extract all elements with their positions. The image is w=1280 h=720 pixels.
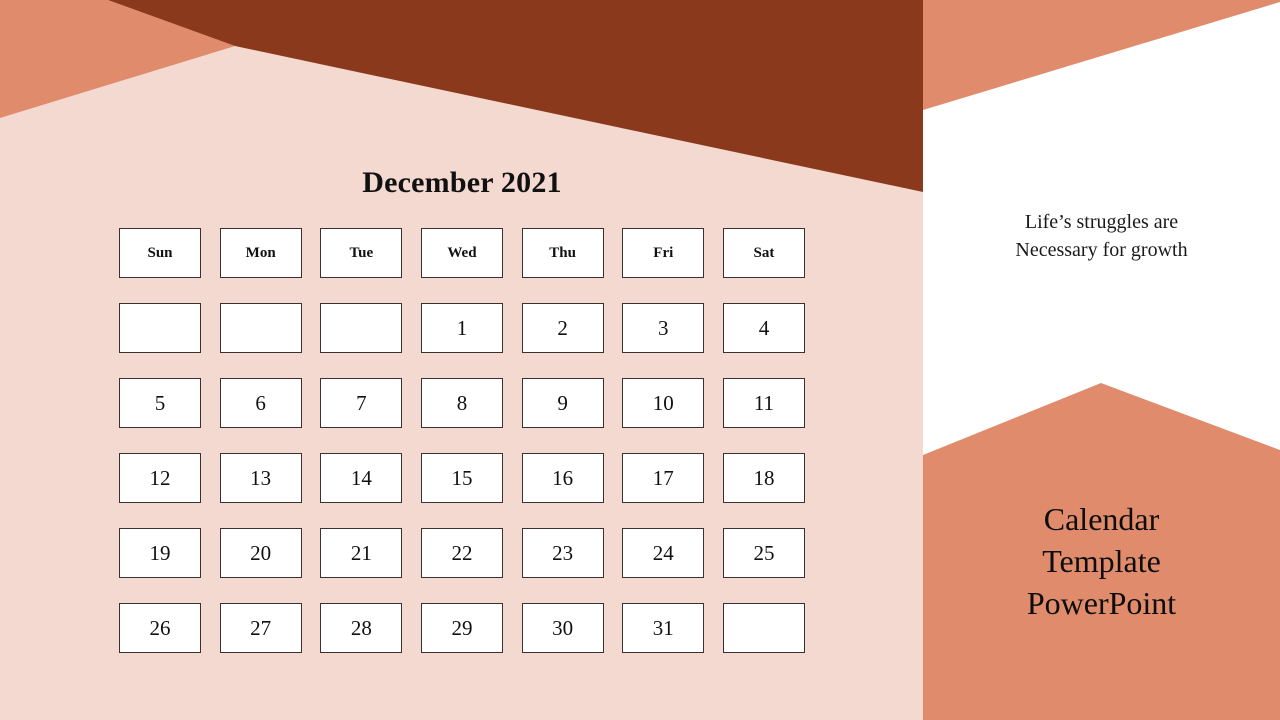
calendar-day-cell[interactable]: [320, 303, 403, 353]
weekday-header-wed: Wed: [420, 228, 503, 278]
calendar-day-cell[interactable]: 27: [219, 603, 302, 653]
calendar-day-cell[interactable]: 18: [722, 453, 805, 503]
calendar-day-cell[interactable]: [219, 303, 302, 353]
calendar-day-cell[interactable]: 2: [521, 303, 604, 353]
quote-text: Life’s struggles are Necessary for growt…: [923, 208, 1280, 265]
calendar-day-cell[interactable]: 24: [622, 528, 705, 578]
calendar-day-cell[interactable]: 22: [420, 528, 503, 578]
calendar-day-cell[interactable]: 5: [119, 378, 201, 428]
right-panel: Life’s struggles are Necessary for growt…: [923, 0, 1280, 720]
weekday-header-fri: Fri: [622, 228, 705, 278]
slide-title: Calendar Template PowerPoint: [923, 498, 1280, 625]
calendar-day-cell[interactable]: 16: [521, 453, 604, 503]
calendar-day-cell[interactable]: 4: [722, 303, 805, 353]
calendar-day-cell[interactable]: 7: [320, 378, 403, 428]
calendar-day-cell[interactable]: 25: [722, 528, 805, 578]
calendar-month-title: December 2021: [362, 166, 562, 199]
slide-title-line-3: PowerPoint: [1026, 585, 1177, 622]
calendar-day-cell[interactable]: 17: [622, 453, 705, 503]
calendar-day-cell[interactable]: 19: [119, 528, 201, 578]
calendar-day-cell[interactable]: 29: [420, 603, 503, 653]
calendar-day-cell[interactable]: 1: [420, 303, 503, 353]
calendar-day-cell[interactable]: 31: [622, 603, 705, 653]
weekday-header-tue: Tue: [320, 228, 403, 278]
calendar-day-cell[interactable]: 20: [219, 528, 302, 578]
calendar-day-cell[interactable]: 13: [219, 453, 302, 503]
calendar-day-cell[interactable]: 6: [219, 378, 302, 428]
calendar-day-cell[interactable]: 11: [722, 378, 805, 428]
calendar-day-cell[interactable]: 15: [420, 453, 503, 503]
calendar-week-row: 1 2 3 4: [119, 303, 805, 353]
calendar-day-cell[interactable]: 14: [320, 453, 403, 503]
calendar-day-cell[interactable]: 30: [521, 603, 604, 653]
calendar-day-cell[interactable]: 21: [320, 528, 403, 578]
calendar-day-cell[interactable]: 10: [622, 378, 705, 428]
calendar-day-cell[interactable]: 12: [119, 453, 201, 503]
calendar: December 2021 Sun Mon Tue Wed Thu Fri Sa…: [119, 168, 805, 653]
weekday-header-thu: Thu: [521, 228, 604, 278]
calendar-day-cell[interactable]: [722, 603, 805, 653]
calendar-week-row: 12 13 14 15 16 17 18: [119, 453, 805, 503]
calendar-day-cell[interactable]: 26: [119, 603, 201, 653]
calendar-day-cell[interactable]: 8: [420, 378, 503, 428]
weekday-header-sun: Sun: [119, 228, 201, 278]
slide-title-line-1: Calendar: [1043, 501, 1160, 537]
calendar-weekday-header-row: Sun Mon Tue Wed Thu Fri Sat: [119, 228, 805, 278]
quote-line-2: Necessary for growth: [1015, 239, 1188, 262]
left-panel: December 2021 Sun Mon Tue Wed Thu Fri Sa…: [0, 0, 923, 720]
weekday-header-sat: Sat: [722, 228, 805, 278]
calendar-week-row: 5 6 7 8 9 10 11: [119, 378, 805, 428]
quote-line-1: Life’s struggles are: [1024, 211, 1179, 233]
calendar-day-cell[interactable]: 23: [521, 528, 604, 578]
calendar-day-cell[interactable]: 3: [622, 303, 705, 353]
calendar-day-cell[interactable]: [119, 303, 201, 353]
slide-title-line-2: Template: [1042, 543, 1161, 580]
weekday-header-mon: Mon: [219, 228, 302, 278]
calendar-week-row: 19 20 21 22 23 24 25: [119, 528, 805, 578]
calendar-week-row: 26 27 28 29 30 31: [119, 603, 805, 653]
calendar-day-cell[interactable]: 9: [521, 378, 604, 428]
slide-canvas: December 2021 Sun Mon Tue Wed Thu Fri Sa…: [0, 0, 1280, 720]
calendar-day-cell[interactable]: 28: [320, 603, 403, 653]
